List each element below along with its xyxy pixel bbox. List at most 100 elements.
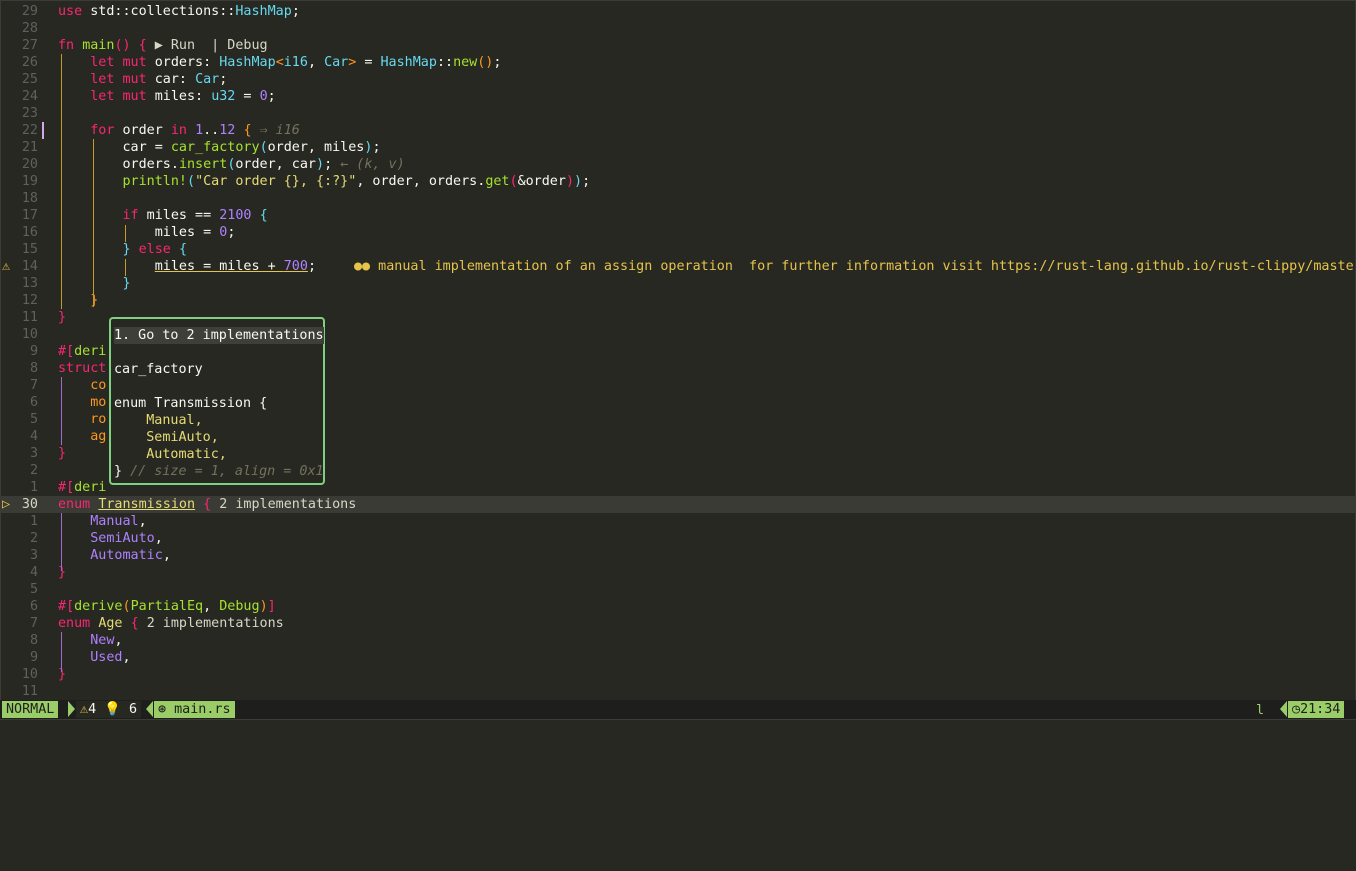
code-line[interactable]: 3 Automatic, (0, 547, 1356, 564)
code-line[interactable]: 11 (0, 683, 1356, 700)
code-line[interactable]: 25 let mut car: Car; (0, 71, 1356, 88)
code-text[interactable]: use std::collections::HashMap; (58, 3, 300, 20)
code-text[interactable]: } else { (58, 241, 188, 258)
code-text[interactable]: } (58, 275, 131, 292)
code-text[interactable]: miles = miles + 700; (58, 258, 316, 275)
code-text[interactable]: mo (58, 394, 106, 411)
hover-popup[interactable]: 1. Go to 2 implementations car_factory e… (109, 317, 325, 485)
code-line[interactable]: 13 } (0, 275, 1356, 292)
line-number: 8 (29, 633, 38, 648)
sign-column (2, 156, 16, 173)
code-text[interactable]: orders.insert(order, car); ← (k, v) (58, 156, 404, 173)
current-line[interactable]: ▷ 30 enum Transmission { 2 implementations (0, 496, 1356, 513)
code-line[interactable]: 4} (0, 564, 1356, 581)
code-line[interactable]: 1 Manual, (0, 513, 1356, 530)
code-text[interactable]: miles = 0; (58, 224, 236, 241)
sign-column (2, 360, 16, 377)
sign-column (2, 20, 16, 37)
code-line[interactable]: 15 } else { (0, 241, 1356, 258)
line-number: 6 (29, 395, 38, 410)
code-text[interactable]: struct (58, 360, 106, 377)
popup-action-goto-implementations[interactable]: 1. Go to 2 implementations (114, 327, 324, 344)
line-number: 7 (29, 378, 38, 393)
code-line[interactable]: 2 SemiAuto, (0, 530, 1356, 547)
popup-code-line: Automatic, (114, 447, 227, 462)
code-text[interactable]: enum Transmission { 2 implementations (58, 496, 356, 513)
code-text[interactable]: ag (58, 428, 106, 445)
code-line[interactable]: 22 for order in 1..12 { ⇒ i16 (0, 122, 1356, 139)
code-line[interactable]: 26 let mut orders: HashMap<i16, Car> = H… (0, 54, 1356, 71)
sign-column (2, 428, 16, 445)
popup-code-line: Manual, (114, 413, 203, 428)
sign-column (2, 343, 16, 360)
code-line[interactable]: 5 (0, 581, 1356, 598)
code-text[interactable]: #[deri (58, 343, 106, 360)
code-line[interactable]: 6 #[derive(PartialEq, Debug)] (0, 598, 1356, 615)
code-line[interactable]: 7 enum Age { 2 implementations (0, 615, 1356, 632)
code-text[interactable]: #[derive(PartialEq, Debug)] (58, 598, 276, 615)
code-text[interactable]: } (58, 309, 66, 326)
code-text[interactable]: Automatic, (58, 547, 171, 564)
indent-guide (125, 225, 126, 242)
indent-guide (61, 377, 62, 445)
code-text[interactable]: let mut miles: u32 = 0; (58, 88, 275, 105)
code-line[interactable]: 24 let mut miles: u32 = 0; (0, 88, 1356, 105)
code-line[interactable]: 16 miles = 0; (0, 224, 1356, 241)
code-line[interactable]: 27 fn main() { ▶ Run | Debug (0, 37, 1356, 54)
sign-column (2, 173, 16, 190)
code-line[interactable]: 28 (0, 20, 1356, 37)
code-line[interactable]: 23 (0, 105, 1356, 122)
line-number: 1 (29, 514, 38, 529)
code-line[interactable]: 8 New, (0, 632, 1356, 649)
file-name[interactable]: ⊛ main.rs (154, 701, 235, 718)
code-text[interactable]: println!("Car order {}, {:?}", order, or… (58, 173, 591, 190)
code-line[interactable]: 19 println!("Car order {}, {:?}", order,… (0, 173, 1356, 190)
sign-column (2, 71, 16, 88)
code-text[interactable]: Used, (58, 649, 130, 666)
code-line[interactable]: 10} (0, 666, 1356, 683)
line-number: 23 (21, 106, 38, 121)
sign-column (2, 37, 16, 54)
cursor-sign-icon: ▷ (2, 497, 11, 512)
sign-column (2, 632, 16, 649)
indent-guide (61, 54, 62, 309)
code-text[interactable]: let mut orders: HashMap<i16, Car> = Hash… (58, 54, 501, 71)
code-text[interactable]: } (58, 564, 66, 581)
code-text[interactable]: ro (58, 411, 106, 428)
sign-column (2, 581, 16, 598)
status-bar: NORMAL ⚠4 💡 6 ⊛ main.rs l ◷21:34 (0, 700, 1356, 719)
line-number: 13 (21, 276, 38, 291)
sign-column (2, 309, 16, 326)
code-text[interactable]: fn main() { ▶ Run | Debug (58, 37, 268, 54)
mode-indicator: NORMAL (2, 701, 59, 718)
sign-column (2, 139, 16, 156)
line-number: 24 (21, 89, 38, 104)
code-line[interactable]: 20 orders.insert(order, car); ← (k, v) (0, 156, 1356, 173)
code-line[interactable]: 29 use std::collections::HashMap; (0, 3, 1356, 20)
code-line[interactable]: 17 if miles == 2100 { (0, 207, 1356, 224)
line-number: 2 (29, 531, 38, 546)
sign-column (2, 241, 16, 258)
code-text[interactable]: #[deri (58, 479, 106, 496)
sign-column (2, 190, 16, 207)
code-text[interactable]: SemiAuto, (58, 530, 163, 547)
code-text[interactable]: let mut car: Car; (58, 71, 227, 88)
code-text[interactable]: enum Age { 2 implementations (58, 615, 284, 632)
code-line[interactable]: 9 Used, (0, 649, 1356, 666)
line-number: 5 (29, 412, 38, 427)
code-text[interactable]: co (58, 377, 106, 394)
code-text[interactable]: for order in 1..12 { ⇒ i16 (58, 122, 300, 139)
code-line[interactable]: 21 car = car_factory(order, miles); (0, 139, 1356, 156)
sign-column (2, 224, 16, 241)
code-text[interactable]: New, (58, 632, 122, 649)
line-number: 9 (29, 650, 38, 665)
diagnostics-summary[interactable]: ⚠4 💡 6 (76, 701, 141, 718)
code-line[interactable]: 12 } (0, 292, 1356, 309)
code-line[interactable]: 18 (0, 190, 1356, 207)
code-text[interactable]: Manual, (58, 513, 146, 530)
code-text[interactable]: car = car_factory(order, miles); (58, 139, 380, 156)
code-text[interactable]: if miles == 2100 { (58, 207, 268, 224)
popup-code-line: SemiAuto, (114, 430, 219, 445)
code-text[interactable]: } (58, 666, 66, 683)
code-text[interactable]: } (58, 445, 66, 462)
